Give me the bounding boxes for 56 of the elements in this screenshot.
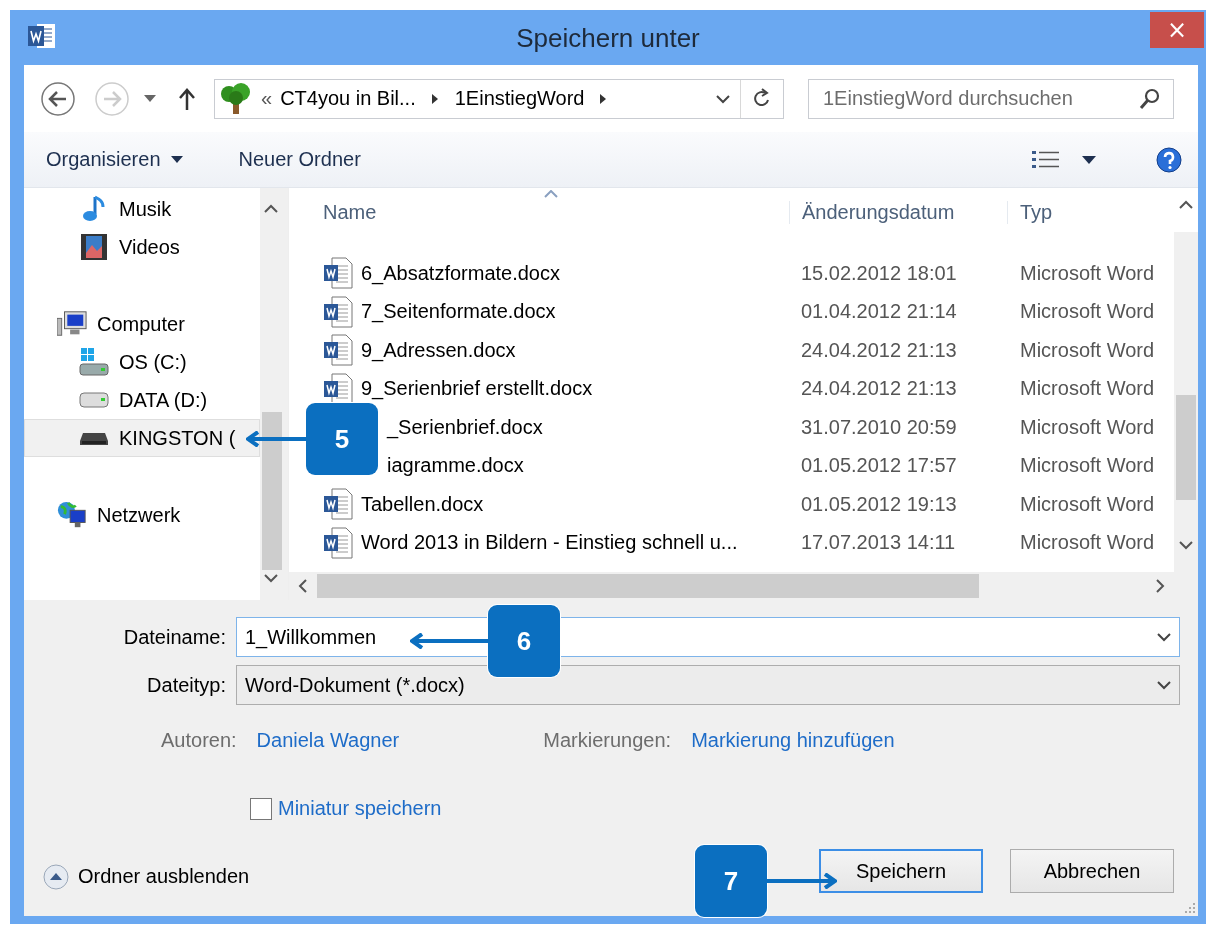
author-link[interactable]: Daniela Wagner bbox=[256, 729, 400, 752]
cancel-button[interactable]: Abbrechen bbox=[1010, 849, 1174, 893]
nav-item[interactable]: KINGSTON ( bbox=[24, 419, 260, 457]
file-date: 15.02.2012 18:01 bbox=[801, 261, 958, 285]
path-overflow-marker[interactable]: « bbox=[261, 87, 273, 110]
breadcrumb[interactable]: 1EinstiegWord bbox=[454, 87, 585, 110]
file-name: Tabellen.docx bbox=[361, 492, 484, 516]
nav-item[interactable]: Computer bbox=[24, 305, 260, 343]
file-name: iagramme.docx bbox=[387, 454, 524, 478]
file-name: _Serienbrief.docx bbox=[387, 415, 543, 439]
file-date: 01.05.2012 17:57 bbox=[801, 454, 958, 478]
file-date: 24.04.2012 21:13 bbox=[801, 338, 958, 362]
new-folder-button[interactable]: Neuer Ordner bbox=[236, 144, 363, 175]
file-type: Microsoft Word bbox=[1020, 338, 1156, 362]
file-date: 17.07.2013 14:11 bbox=[801, 531, 957, 555]
file-type: Microsoft Word bbox=[1020, 492, 1156, 516]
checkbox-label[interactable]: Miniatur speichern bbox=[278, 797, 442, 820]
file-type: Microsoft Word bbox=[1020, 377, 1156, 401]
file-type: Microsoft Word bbox=[1020, 415, 1156, 439]
nav-item[interactable]: Musik bbox=[24, 190, 260, 228]
field-label: Markierungen: bbox=[543, 729, 672, 752]
file-type: Microsoft Word bbox=[1020, 300, 1156, 324]
step-number-badge: 5 bbox=[306, 403, 378, 475]
field-label: Dateityp: bbox=[146, 673, 227, 697]
file-name: 9_Serienbrief erstellt.docx bbox=[361, 377, 593, 401]
step-number-badge: 7 bbox=[695, 845, 767, 917]
window-title: Speichern unter bbox=[516, 22, 700, 54]
close-button[interactable]: × bbox=[1150, 12, 1204, 48]
search-input[interactable]: 1EinstiegWord durchsuchen bbox=[821, 80, 1131, 117]
file-type: Microsoft Word bbox=[1020, 454, 1156, 478]
nav-item[interactable]: OS (C:) bbox=[24, 343, 260, 381]
file-name: Word 2013 in Bildern - Einstieg schnell u... bbox=[361, 531, 738, 555]
column-header[interactable]: Änderungsdatum bbox=[789, 201, 1007, 224]
nav-item[interactable]: Netzwerk bbox=[24, 496, 260, 534]
column-header[interactable]: Typ bbox=[1007, 201, 1198, 224]
file-name: 6_Absatzformate.docx bbox=[361, 261, 560, 285]
field-label: Dateiname: bbox=[122, 625, 227, 649]
breadcrumb[interactable]: CT4you in Bil... bbox=[280, 87, 416, 110]
nav-item[interactable]: DATA (D:) bbox=[24, 381, 260, 419]
step-number-badge: 6 bbox=[488, 605, 560, 677]
search-field[interactable]: 1EinstiegWord durchsuchen bbox=[808, 78, 1174, 119]
organize-menu-button[interactable]: Organisieren bbox=[44, 144, 185, 175]
file-date: 01.04.2012 21:14 bbox=[801, 300, 958, 324]
field-label: Autoren: bbox=[161, 729, 237, 752]
save-button[interactable]: Speichern bbox=[819, 849, 983, 893]
file-date: 31.07.2010 20:59 bbox=[801, 415, 958, 439]
file-date: 24.04.2012 21:13 bbox=[801, 377, 958, 401]
file-name: 7_Seitenformate.docx bbox=[361, 300, 556, 324]
nav-item[interactable]: Videos bbox=[24, 228, 260, 266]
column-header[interactable]: Name bbox=[289, 201, 789, 224]
file-date: 01.05.2012 19:13 bbox=[801, 492, 958, 516]
file-type: Microsoft Word bbox=[1020, 531, 1156, 555]
hide-folders-button[interactable]: Ordner ausblenden bbox=[42, 862, 250, 891]
add-tag-link[interactable]: Markierung hinzufügen bbox=[691, 729, 895, 752]
file-type: Microsoft Word bbox=[1020, 261, 1156, 285]
file-name: 9_Adressen.docx bbox=[361, 338, 516, 362]
